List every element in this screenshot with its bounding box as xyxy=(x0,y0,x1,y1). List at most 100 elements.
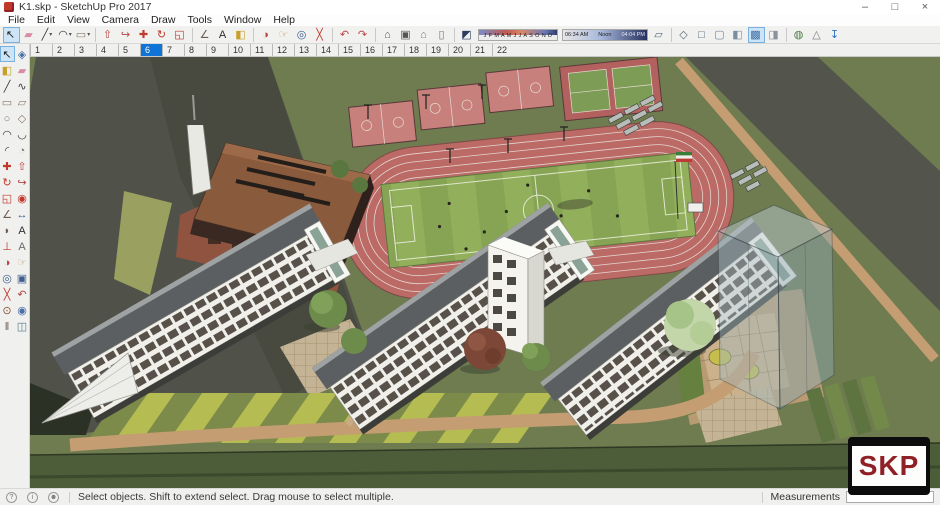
scene-tab-10[interactable]: 10 xyxy=(228,44,250,56)
view-top-button[interactable]: ▣ xyxy=(398,27,415,43)
make-component-tool[interactable]: ◈ xyxy=(15,46,30,62)
monochrome-style-button[interactable]: ◨ xyxy=(766,27,783,43)
orbit-tool[interactable]: ◑ xyxy=(258,27,275,43)
zoom-window-tool[interactable]: ▣ xyxy=(15,270,30,286)
menu-help[interactable]: Help xyxy=(267,14,301,26)
menu-view[interactable]: View xyxy=(61,14,96,26)
previous-view-button[interactable]: ↶ xyxy=(15,286,30,302)
freehand-tool[interactable]: ∿ xyxy=(15,78,30,94)
view-iso-button[interactable]: ⌂ xyxy=(380,27,397,43)
view-front-button[interactable]: ⌂ xyxy=(416,27,433,43)
tape-measure-tool[interactable]: ∠ xyxy=(197,27,214,43)
rotate-tool[interactable]: ↻ xyxy=(154,27,171,43)
zoom-tool[interactable]: ◎ xyxy=(294,27,311,43)
scene-tab-19[interactable]: 19 xyxy=(426,44,448,56)
rotate-tool[interactable]: ↻ xyxy=(0,174,15,190)
orbit-tool[interactable]: ◑ xyxy=(0,254,15,270)
shadow-date-slider[interactable]: J F M A M J J A S O N D xyxy=(478,28,558,41)
tape-measure-tool[interactable]: ∠ xyxy=(0,206,15,222)
3d-text-tool[interactable]: A xyxy=(15,238,30,254)
polygon-tool[interactable]: ◇ xyxy=(15,110,30,126)
scene-tab-21[interactable]: 21 xyxy=(470,44,492,56)
pan-tool[interactable]: ☞ xyxy=(15,254,30,270)
rectangle-tool[interactable]: ▭ xyxy=(0,94,15,110)
section-plane-tool[interactable]: ◫ xyxy=(15,318,30,334)
minimize-button[interactable]: – xyxy=(850,1,880,13)
close-button[interactable]: × xyxy=(910,1,940,13)
two-point-arc-tool[interactable]: ◡ xyxy=(15,126,30,142)
view-right-button[interactable]: ▯ xyxy=(434,27,451,43)
circle-tool[interactable]: ○ xyxy=(0,110,15,126)
text-tool[interactable]: A xyxy=(15,222,30,238)
zoom-tool[interactable]: ◎ xyxy=(0,270,15,286)
scene-tab-6[interactable]: 6 xyxy=(140,44,162,56)
walk-tool[interactable]: ‖ xyxy=(0,318,15,334)
select-tool[interactable]: ↖ xyxy=(2,26,20,43)
photo-textures-button[interactable]: ↧ xyxy=(827,27,844,43)
eraser-tool[interactable]: ▰ xyxy=(21,27,38,43)
scene-tab-13[interactable]: 13 xyxy=(294,44,316,56)
axes-tool[interactable]: ⊥ xyxy=(0,238,15,254)
scene-tab-16[interactable]: 16 xyxy=(360,44,382,56)
menu-file[interactable]: File xyxy=(2,14,31,26)
position-camera-tool[interactable]: ⊙ xyxy=(0,302,15,318)
menu-camera[interactable]: Camera xyxy=(96,14,145,26)
follow-me-tool[interactable]: ↪ xyxy=(118,27,135,43)
line-tool[interactable]: ╱ ▾ xyxy=(39,27,56,43)
arc-tool[interactable]: ◠ xyxy=(0,126,15,142)
hidden-line-style-button[interactable]: ▢ xyxy=(712,27,729,43)
back-edges-style-button[interactable]: ◇ xyxy=(676,27,693,43)
text-tool[interactable]: A xyxy=(215,27,232,43)
menu-tools[interactable]: Tools xyxy=(181,14,218,26)
menu-window[interactable]: Window xyxy=(218,14,267,26)
move-tool[interactable]: ✚ xyxy=(136,27,153,43)
scene-tab-11[interactable]: 11 xyxy=(250,44,272,56)
follow-me-tool[interactable]: ↪ xyxy=(15,174,30,190)
protractor-tool[interactable]: ◗ xyxy=(0,222,15,238)
paint-bucket-tool[interactable]: ◧ xyxy=(0,62,15,78)
menu-edit[interactable]: Edit xyxy=(31,14,61,26)
scene-tab-8[interactable]: 8 xyxy=(184,44,206,56)
scene-tab-3[interactable]: 3 xyxy=(74,44,96,56)
previous-view-button[interactable]: ↶ xyxy=(337,27,354,43)
look-around-tool[interactable]: ◉ xyxy=(15,302,30,318)
next-view-button[interactable]: ↷ xyxy=(355,27,372,43)
credits-icon[interactable]: i xyxy=(27,491,38,503)
model-viewport[interactable] xyxy=(30,57,940,488)
shaded-with-textures-style-button[interactable]: ▩ xyxy=(747,26,765,43)
scale-tool[interactable]: ◱ xyxy=(0,190,15,206)
shadows-toggle[interactable]: ◩ xyxy=(459,27,476,43)
scene-tab-12[interactable]: 12 xyxy=(272,44,294,56)
scene-tab-7[interactable]: 7 xyxy=(162,44,184,56)
xray-style-button[interactable]: ▱ xyxy=(651,27,668,43)
scene-tab-17[interactable]: 17 xyxy=(382,44,404,56)
scene-tab-9[interactable]: 9 xyxy=(206,44,228,56)
push-pull-tool[interactable]: ⇧ xyxy=(100,27,117,43)
scene-tab-4[interactable]: 4 xyxy=(96,44,118,56)
arcs-tool[interactable]: ◠ ▾ xyxy=(57,27,74,43)
geolocation-icon[interactable]: ? xyxy=(6,491,17,503)
scene-tab-5[interactable]: 5 xyxy=(118,44,140,56)
maximize-button[interactable]: □ xyxy=(880,1,910,13)
move-tool[interactable]: ✚ xyxy=(0,158,15,174)
line-tool[interactable]: ╱ xyxy=(0,78,15,94)
zoom-extents-tool[interactable]: ╳ xyxy=(312,27,329,43)
rotated-rectangle-tool[interactable]: ▱ xyxy=(15,94,30,110)
scene-tab-15[interactable]: 15 xyxy=(338,44,360,56)
scene-tab-1[interactable]: 1 xyxy=(30,44,52,56)
wireframe-style-button[interactable]: □ xyxy=(694,27,711,43)
paint-bucket-tool[interactable]: ◧ xyxy=(233,27,250,43)
shaded-style-button[interactable]: ◧ xyxy=(730,27,747,43)
scene-tab-2[interactable]: 2 xyxy=(52,44,74,56)
pan-tool[interactable]: ☞ xyxy=(276,27,293,43)
push-pull-tool[interactable]: ⇧ xyxy=(15,158,30,174)
toggle-terrain-button[interactable]: △ xyxy=(809,27,826,43)
menu-draw[interactable]: Draw xyxy=(145,14,182,26)
scene-tab-18[interactable]: 18 xyxy=(404,44,426,56)
shadow-time-slider[interactable]: 06:34 AM Noon 04:04 PM xyxy=(562,28,648,41)
pie-tool[interactable]: ◔ xyxy=(15,142,30,158)
scene-tab-22[interactable]: 22 xyxy=(492,44,514,56)
scene-tab-20[interactable]: 20 xyxy=(448,44,470,56)
eraser-tool[interactable]: ▰ xyxy=(15,62,30,78)
zoom-extents-tool[interactable]: ╳ xyxy=(0,286,15,302)
